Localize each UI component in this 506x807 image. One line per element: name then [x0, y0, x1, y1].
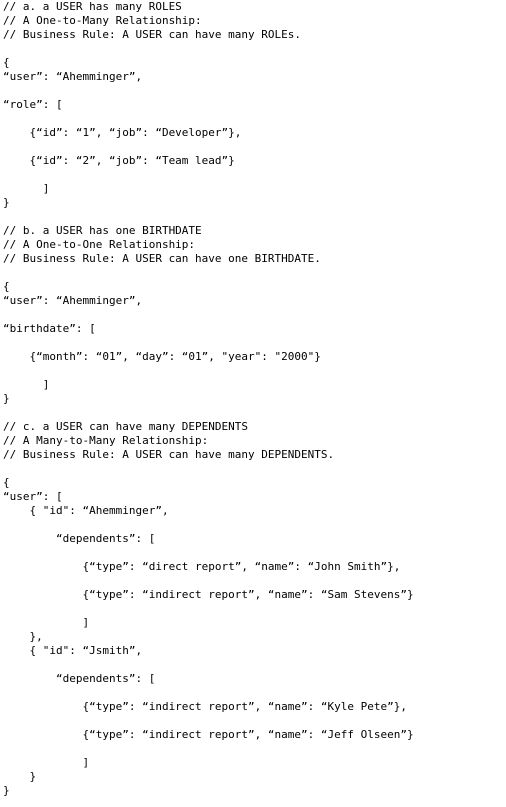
code-line: {“type”: “indirect report”, “name”: “Kyl… — [3, 700, 407, 713]
code-line: { — [3, 280, 10, 293]
comment-line: // A Many-to-Many Relationship: — [3, 434, 209, 447]
code-line: {“id”: “2”, “job”: “Team lead”} — [3, 154, 235, 167]
code-line: ] — [3, 756, 90, 769]
code-line: { — [3, 56, 10, 69]
code-line: “birthdate”: [ — [3, 322, 96, 335]
code-line: } — [3, 784, 10, 797]
comment-line: // c. a USER can have many DEPENDENTS — [3, 420, 249, 433]
code-line: }, — [3, 630, 43, 643]
code-line: { "id": “Ahemminger”, — [3, 504, 169, 517]
code-line: “role”: [ — [3, 98, 63, 111]
code-line: “dependents”: [ — [3, 532, 156, 545]
comment-line: // Business Rule: A USER can have one BI… — [3, 252, 321, 265]
code-line: “user”: “Ahemminger”, — [3, 294, 143, 307]
code-line: } — [3, 392, 10, 405]
code-line: ] — [3, 616, 90, 629]
code-line: {“month”: “01”, “day”: “01”, "year": "20… — [3, 350, 321, 363]
code-line: “user”: [ — [3, 490, 63, 503]
code-line: { "id": “Jsmith”, — [3, 644, 143, 657]
comment-line: // Business Rule: A USER can have many R… — [3, 28, 302, 41]
code-line: {“id”: “1”, “job”: “Developer”}, — [3, 126, 242, 139]
comment-line: // A One-to-Many Relationship: — [3, 14, 202, 27]
code-line: {“type”: “direct report”, “name”: “John … — [3, 560, 401, 573]
code-line: ] — [3, 378, 50, 391]
code-line: ] — [3, 182, 50, 195]
comment-line: // a. a USER has many ROLES — [3, 0, 182, 13]
code-line: {“type”: “indirect report”, “name”: “Jef… — [3, 728, 414, 741]
code-line: “dependents”: [ — [3, 672, 156, 685]
code-line: “user”: “Ahemminger”, — [3, 70, 143, 83]
code-line: { — [3, 476, 10, 489]
code-line: {“type”: “indirect report”, “name”: “Sam… — [3, 588, 414, 601]
code-line: } — [3, 196, 10, 209]
comment-line: // Business Rule: A USER can have many D… — [3, 448, 335, 461]
code-line: } — [3, 770, 37, 783]
code-document: // a. a USER has many ROLES// A One-to-M… — [3, 0, 506, 807]
comment-line: // b. a USER has one BIRTHDATE — [3, 224, 202, 237]
comment-line: // A One-to-One Relationship: — [3, 238, 196, 251]
